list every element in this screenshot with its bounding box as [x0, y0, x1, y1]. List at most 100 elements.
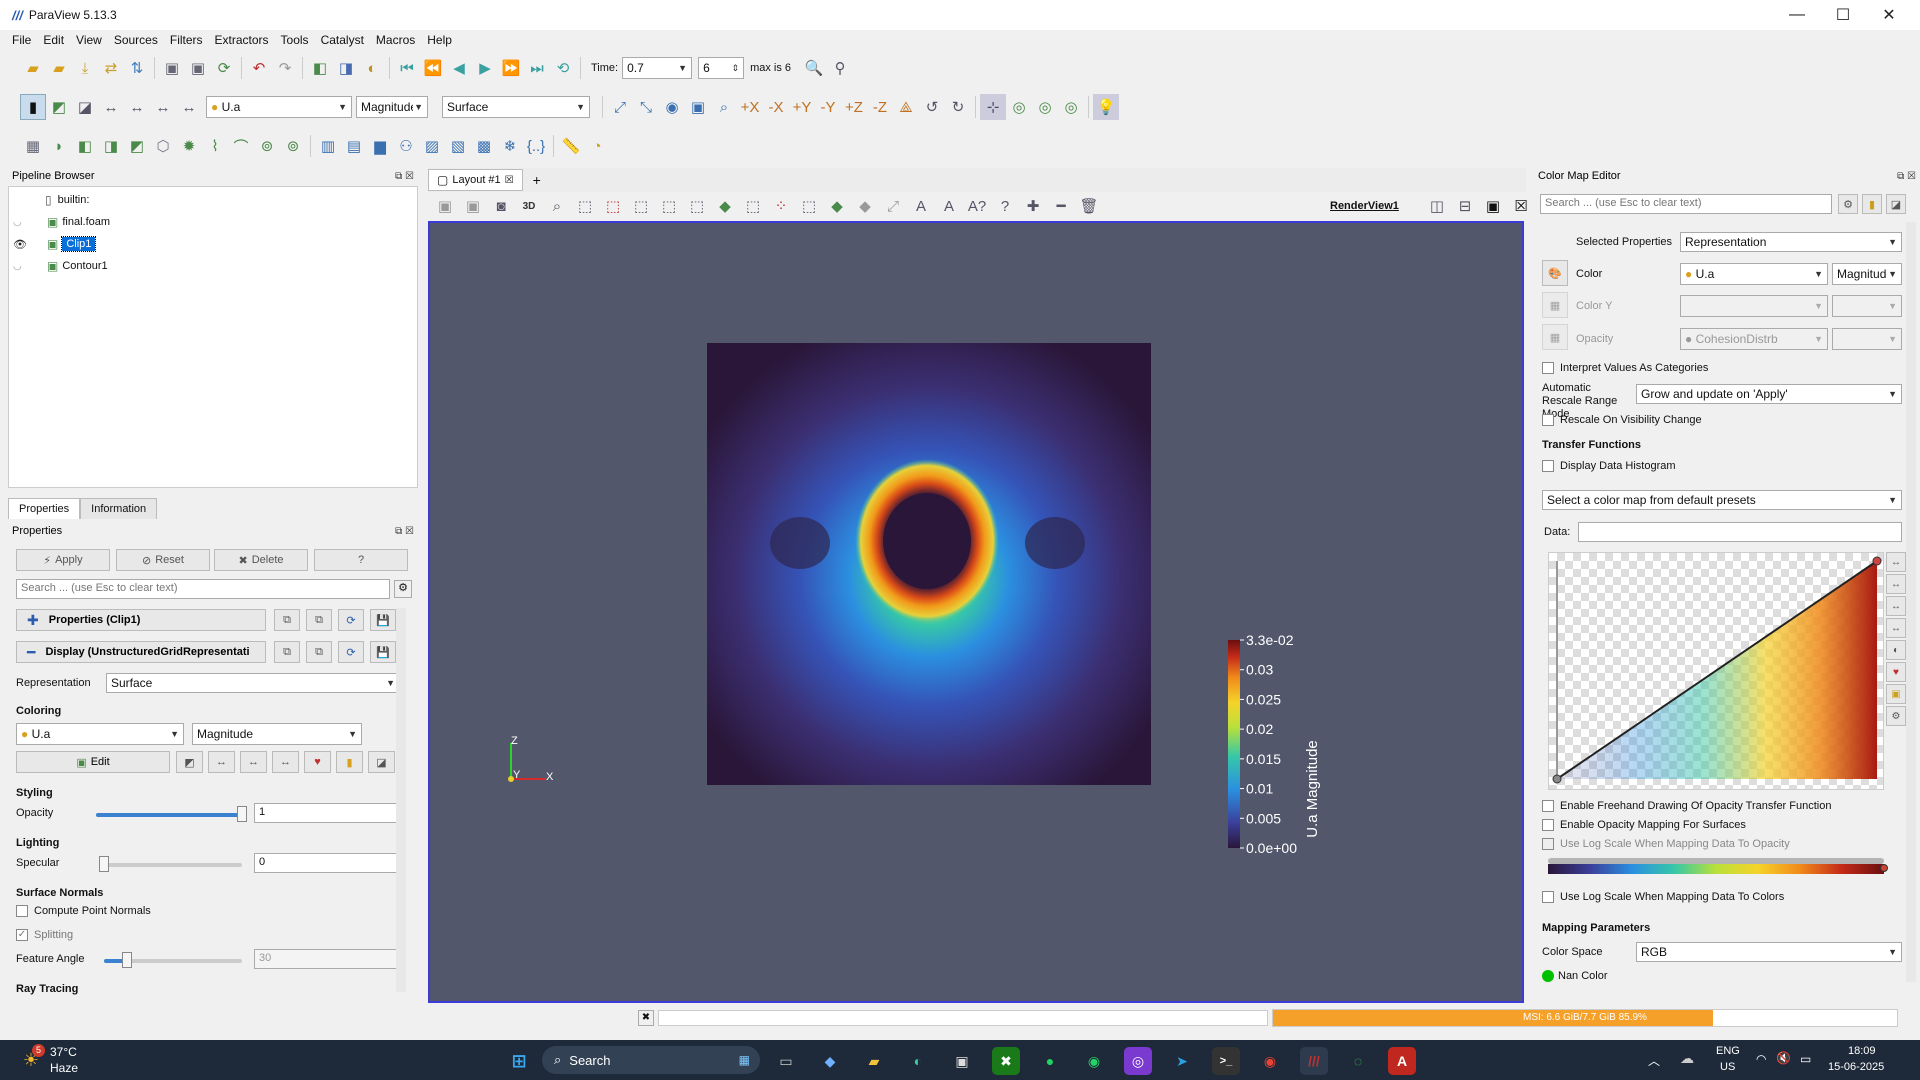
- properties-scrollbar[interactable]: [396, 608, 406, 992]
- protractor-icon[interactable]: ◔: [584, 133, 610, 159]
- cme-color-array-combo[interactable]: ● U.a ▼: [1680, 263, 1828, 285]
- load-state-icon[interactable]: ▣: [185, 55, 211, 81]
- camera-undo-icon[interactable]: ◧: [307, 55, 333, 81]
- split-vertical-icon[interactable]: ⊟: [1452, 193, 1478, 219]
- select-points-through-icon[interactable]: ⬚: [656, 193, 682, 219]
- telegram-icon[interactable]: ➤: [1168, 1047, 1196, 1075]
- clear-selection-icon[interactable]: 🗑: [1076, 193, 1102, 219]
- cme-save-default-icon[interactable]: ▮: [1862, 194, 1882, 214]
- freehand-checkbox[interactable]: Enable Freehand Drawing Of Opacity Trans…: [1542, 800, 1831, 812]
- paste-icon[interactable]: ⧉: [306, 641, 332, 663]
- eye-closed-icon[interactable]: ◡: [13, 261, 31, 272]
- time-value-combo[interactable]: 0.7 ▼: [622, 57, 693, 79]
- toggle-scalar-bar-icon[interactable]: ▮: [336, 751, 363, 773]
- interactive-select-icon[interactable]: ⬚: [740, 193, 766, 219]
- windows-start-icon[interactable]: ⊞: [505, 1047, 533, 1075]
- menu-extractors[interactable]: Extractors: [215, 33, 269, 47]
- representation-combo[interactable]: Surface ▼: [106, 673, 400, 693]
- representation-select[interactable]: Surface ▼: [442, 96, 590, 118]
- show-orientation-axes-icon[interactable]: ◎: [1058, 94, 1084, 120]
- rescale-range-icon[interactable]: ↔: [1886, 552, 1906, 572]
- reset-session-icon[interactable]: ⟳: [211, 55, 237, 81]
- zoom-closest-icon[interactable]: ◉: [659, 94, 685, 120]
- rescale-temporal-icon[interactable]: ↔: [124, 94, 150, 120]
- loop-icon[interactable]: ⟲: [550, 55, 576, 81]
- close-window-button[interactable]: ✕: [1866, 0, 1912, 30]
- coloring-array-combo[interactable]: ● U.a ▼: [16, 723, 184, 745]
- menu-catalyst[interactable]: Catalyst: [321, 33, 364, 47]
- query-icon[interactable]: ⚲: [827, 55, 853, 81]
- play-icon[interactable]: ▶: [472, 55, 498, 81]
- view-plus-x-icon[interactable]: +X: [737, 94, 763, 120]
- interaction-zoom-icon[interactable]: ⌕: [544, 193, 570, 219]
- acrobat-icon[interactable]: A: [1388, 1047, 1416, 1075]
- reverse-play-icon[interactable]: ◀: [446, 55, 472, 81]
- first-frame-icon[interactable]: ⏮: [394, 55, 420, 81]
- ruler-icon[interactable]: 📏: [558, 133, 584, 159]
- language-text[interactable]: ENG: [1716, 1045, 1740, 1057]
- display-group-header[interactable]: ━ Display (UnstructuredGridRepresentati: [16, 641, 266, 663]
- panel-float-close-icons[interactable]: ⧉ ☒: [1897, 171, 1916, 182]
- menu-sources[interactable]: Sources: [114, 33, 158, 47]
- edit-colormap-button[interactable]: ▣ Edit: [16, 751, 170, 773]
- query-selection-icon[interactable]: ?: [992, 193, 1018, 219]
- opacity-array-combo[interactable]: ● CohesionDistrb ▼: [1680, 328, 1828, 350]
- color-transfer-editor[interactable]: [1548, 856, 1888, 882]
- braces-icon[interactable]: {..}: [523, 133, 549, 159]
- plot-selection-icon[interactable]: ▤: [341, 133, 367, 159]
- menu-tools[interactable]: Tools: [281, 33, 309, 47]
- interpret-categories-checkbox[interactable]: Interpret Values As Categories: [1542, 362, 1708, 374]
- color-space-combo[interactable]: RGB ▼: [1636, 942, 1902, 962]
- specular-slider-handle[interactable]: [99, 856, 109, 872]
- toggle-3d-button[interactable]: 3D: [516, 193, 542, 219]
- close-view-icon[interactable]: ☒: [1508, 193, 1534, 219]
- view-plus-y-icon[interactable]: +Y: [789, 94, 815, 120]
- invert-icon[interactable]: ◐: [1886, 640, 1906, 660]
- connect-icon[interactable]: ⇄: [98, 55, 124, 81]
- show-labels-icon[interactable]: A: [908, 193, 934, 219]
- color-y-component-combo[interactable]: ▼: [1832, 295, 1902, 317]
- color-edit-icon[interactable]: 🎨: [1542, 260, 1568, 286]
- selected-properties-combo[interactable]: Representation ▼: [1680, 232, 1902, 252]
- group-datasets-icon[interactable]: ⊚: [254, 133, 280, 159]
- reload-icon[interactable]: ⟳: [338, 641, 364, 663]
- battery-icon[interactable]: ▭: [1800, 1052, 1811, 1066]
- apply-button[interactable]: ⚡ Apply: [16, 549, 110, 571]
- nan-color-button[interactable]: Nan Color: [1542, 970, 1608, 982]
- specular-input[interactable]: 0: [254, 853, 400, 873]
- next-frame-icon[interactable]: ⏩: [498, 55, 524, 81]
- temporal-icon[interactable]: ▩: [471, 133, 497, 159]
- color-y-combo[interactable]: ▼: [1680, 295, 1828, 317]
- store-icon[interactable]: ▣: [948, 1047, 976, 1075]
- onedrive-icon[interactable]: ☁: [1680, 1050, 1694, 1067]
- panel-float-close-icons[interactable]: ⧉ ☒: [395, 171, 414, 182]
- paraview-task-icon[interactable]: ///: [1300, 1047, 1328, 1075]
- feature-angle-input[interactable]: 30: [254, 949, 400, 969]
- rescale-custom-icon[interactable]: ↔: [98, 94, 124, 120]
- rotate-ccw-icon[interactable]: ↺: [919, 94, 945, 120]
- rescale-temporal-icon[interactable]: ↔: [272, 751, 299, 773]
- camera-link-icon[interactable]: ▣: [460, 193, 486, 219]
- zoom-selection-icon[interactable]: ⌕: [711, 94, 737, 120]
- weather-widget[interactable]: ☀ 5: [18, 1044, 45, 1072]
- cme-search-input[interactable]: Search ... (use Esc to clear text): [1540, 194, 1832, 214]
- glyph-icon[interactable]: ✹: [176, 133, 202, 159]
- menu-edit[interactable]: Edit: [43, 33, 64, 47]
- log-opacity-checkbox[interactable]: Use Log Scale When Mapping Data To Opaci…: [1542, 838, 1790, 850]
- snowflake-icon[interactable]: ❄: [497, 133, 523, 159]
- tab-layout-1[interactable]: ▢ Layout #1 ☒: [428, 169, 523, 191]
- reload-icon[interactable]: ⟳: [338, 609, 364, 631]
- opacity-input[interactable]: 1: [254, 803, 400, 823]
- view-minus-y-icon[interactable]: -Y: [815, 94, 841, 120]
- volume-mute-icon[interactable]: 🔇: [1776, 1051, 1791, 1065]
- color-y-icon[interactable]: ▦: [1542, 292, 1568, 318]
- menu-macros[interactable]: Macros: [376, 33, 415, 47]
- reset-center-icon[interactable]: ◎: [1006, 94, 1032, 120]
- eye-closed-icon[interactable]: ◡: [13, 217, 31, 228]
- compute-normals-checkbox[interactable]: Compute Point Normals: [16, 905, 151, 917]
- pipeline-item-contour1[interactable]: ◡ ▣ Contour1: [13, 257, 413, 275]
- integrate-variables-icon[interactable]: ▨: [419, 133, 445, 159]
- menu-filters[interactable]: Filters: [170, 33, 203, 47]
- select-cells-through-icon[interactable]: ⬚: [628, 193, 654, 219]
- opacity-component-combo[interactable]: ▼: [1832, 328, 1902, 350]
